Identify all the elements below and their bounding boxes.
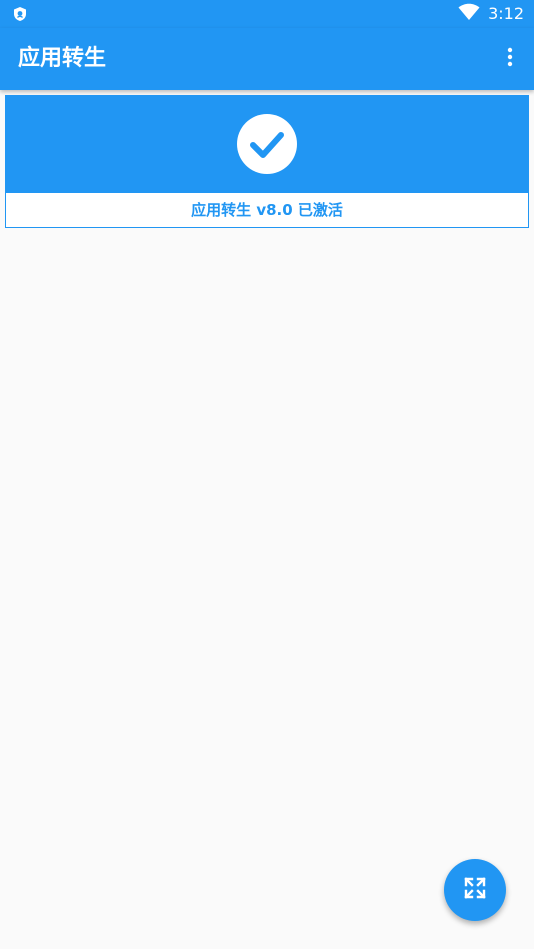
more-vert-icon bbox=[507, 47, 513, 71]
check-circle-icon bbox=[237, 114, 297, 174]
status-banner bbox=[6, 96, 528, 193]
shield-icon bbox=[12, 6, 28, 22]
expand-icon bbox=[463, 876, 487, 904]
expand-fab-button[interactable] bbox=[444, 859, 506, 921]
activation-status-card[interactable]: 应用转生 v8.0 已激活 bbox=[5, 95, 529, 228]
app-bar: 应用转生 bbox=[0, 28, 534, 90]
overflow-menu-button[interactable] bbox=[498, 44, 522, 74]
wifi-icon bbox=[458, 3, 480, 25]
status-time: 3:12 bbox=[488, 4, 524, 23]
status-bar: 3:12 bbox=[0, 0, 534, 28]
page-title: 应用转生 bbox=[18, 46, 107, 71]
activation-status-label: 应用转生 v8.0 已激活 bbox=[191, 201, 343, 219]
